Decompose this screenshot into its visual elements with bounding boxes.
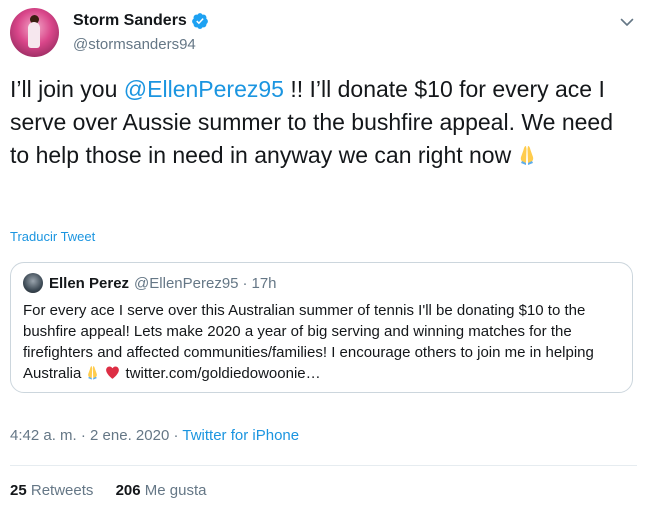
likes-stat[interactable]: 206 Me gusta	[116, 482, 207, 499]
quoted-tweet-link[interactable]: twitter.com/goldiedowoonie…	[126, 365, 321, 382]
avatar-figure-body	[28, 22, 40, 48]
mention-link[interactable]: @EllenPerez95	[124, 76, 284, 102]
quoted-author-avatar	[23, 273, 43, 293]
author-name-row[interactable]: Storm Sanders	[73, 12, 209, 30]
quoted-separator: ·	[242, 274, 248, 292]
tweet-text: I’ll join you @EllenPerez95 !! I’ll dona…	[10, 73, 635, 172]
tweet-time[interactable]: 4:42 a. m.	[10, 427, 77, 444]
author-handle[interactable]: @stormsanders94	[73, 36, 196, 53]
verified-badge-icon	[191, 13, 208, 29]
divider	[10, 465, 637, 466]
red-heart-emoji-icon	[106, 366, 120, 379]
likes-count: 206	[115, 482, 141, 499]
tweet-header: Storm Sanders @stormsanders94	[10, 8, 637, 64]
tweet-stats: 25 Retweets 206 Me gusta	[10, 482, 224, 499]
meta-separator: ·	[80, 427, 86, 444]
likes-label: Me gusta	[144, 482, 207, 499]
author-name[interactable]: Storm Sanders	[73, 12, 187, 30]
quoted-author-name: Ellen Perez	[49, 274, 130, 292]
folded-hands-emoji-icon	[88, 366, 98, 380]
quoted-tweet[interactable]: Ellen Perez @EllenPerez95 · 17h For ever…	[10, 262, 633, 393]
quoted-tweet-header: Ellen Perez @EllenPerez95 · 17h	[23, 273, 277, 293]
quoted-author-handle: @EllenPerez95	[134, 274, 239, 292]
author-avatar[interactable]	[10, 8, 59, 57]
tweet-text-part: I’ll join you	[10, 76, 124, 102]
chevron-down-icon[interactable]	[619, 14, 635, 30]
tweet-source-link[interactable]: Twitter for iPhone	[182, 427, 299, 444]
quoted-time: 17h	[251, 274, 277, 292]
meta-separator: ·	[173, 427, 179, 444]
quoted-tweet-text: For every ace I serve over this Australi…	[23, 300, 621, 384]
retweets-label: Retweets	[30, 482, 94, 499]
translate-tweet-link[interactable]: Traducir Tweet	[10, 229, 95, 244]
retweets-count: 25	[10, 482, 27, 499]
tweet-date[interactable]: 2 ene. 2020	[90, 427, 169, 444]
folded-hands-emoji-icon	[521, 146, 534, 165]
tweet-timestamp: 4:42 a. m. · 2 ene. 2020 · Twitter for i…	[10, 427, 299, 444]
retweets-stat[interactable]: 25 Retweets	[10, 482, 93, 499]
